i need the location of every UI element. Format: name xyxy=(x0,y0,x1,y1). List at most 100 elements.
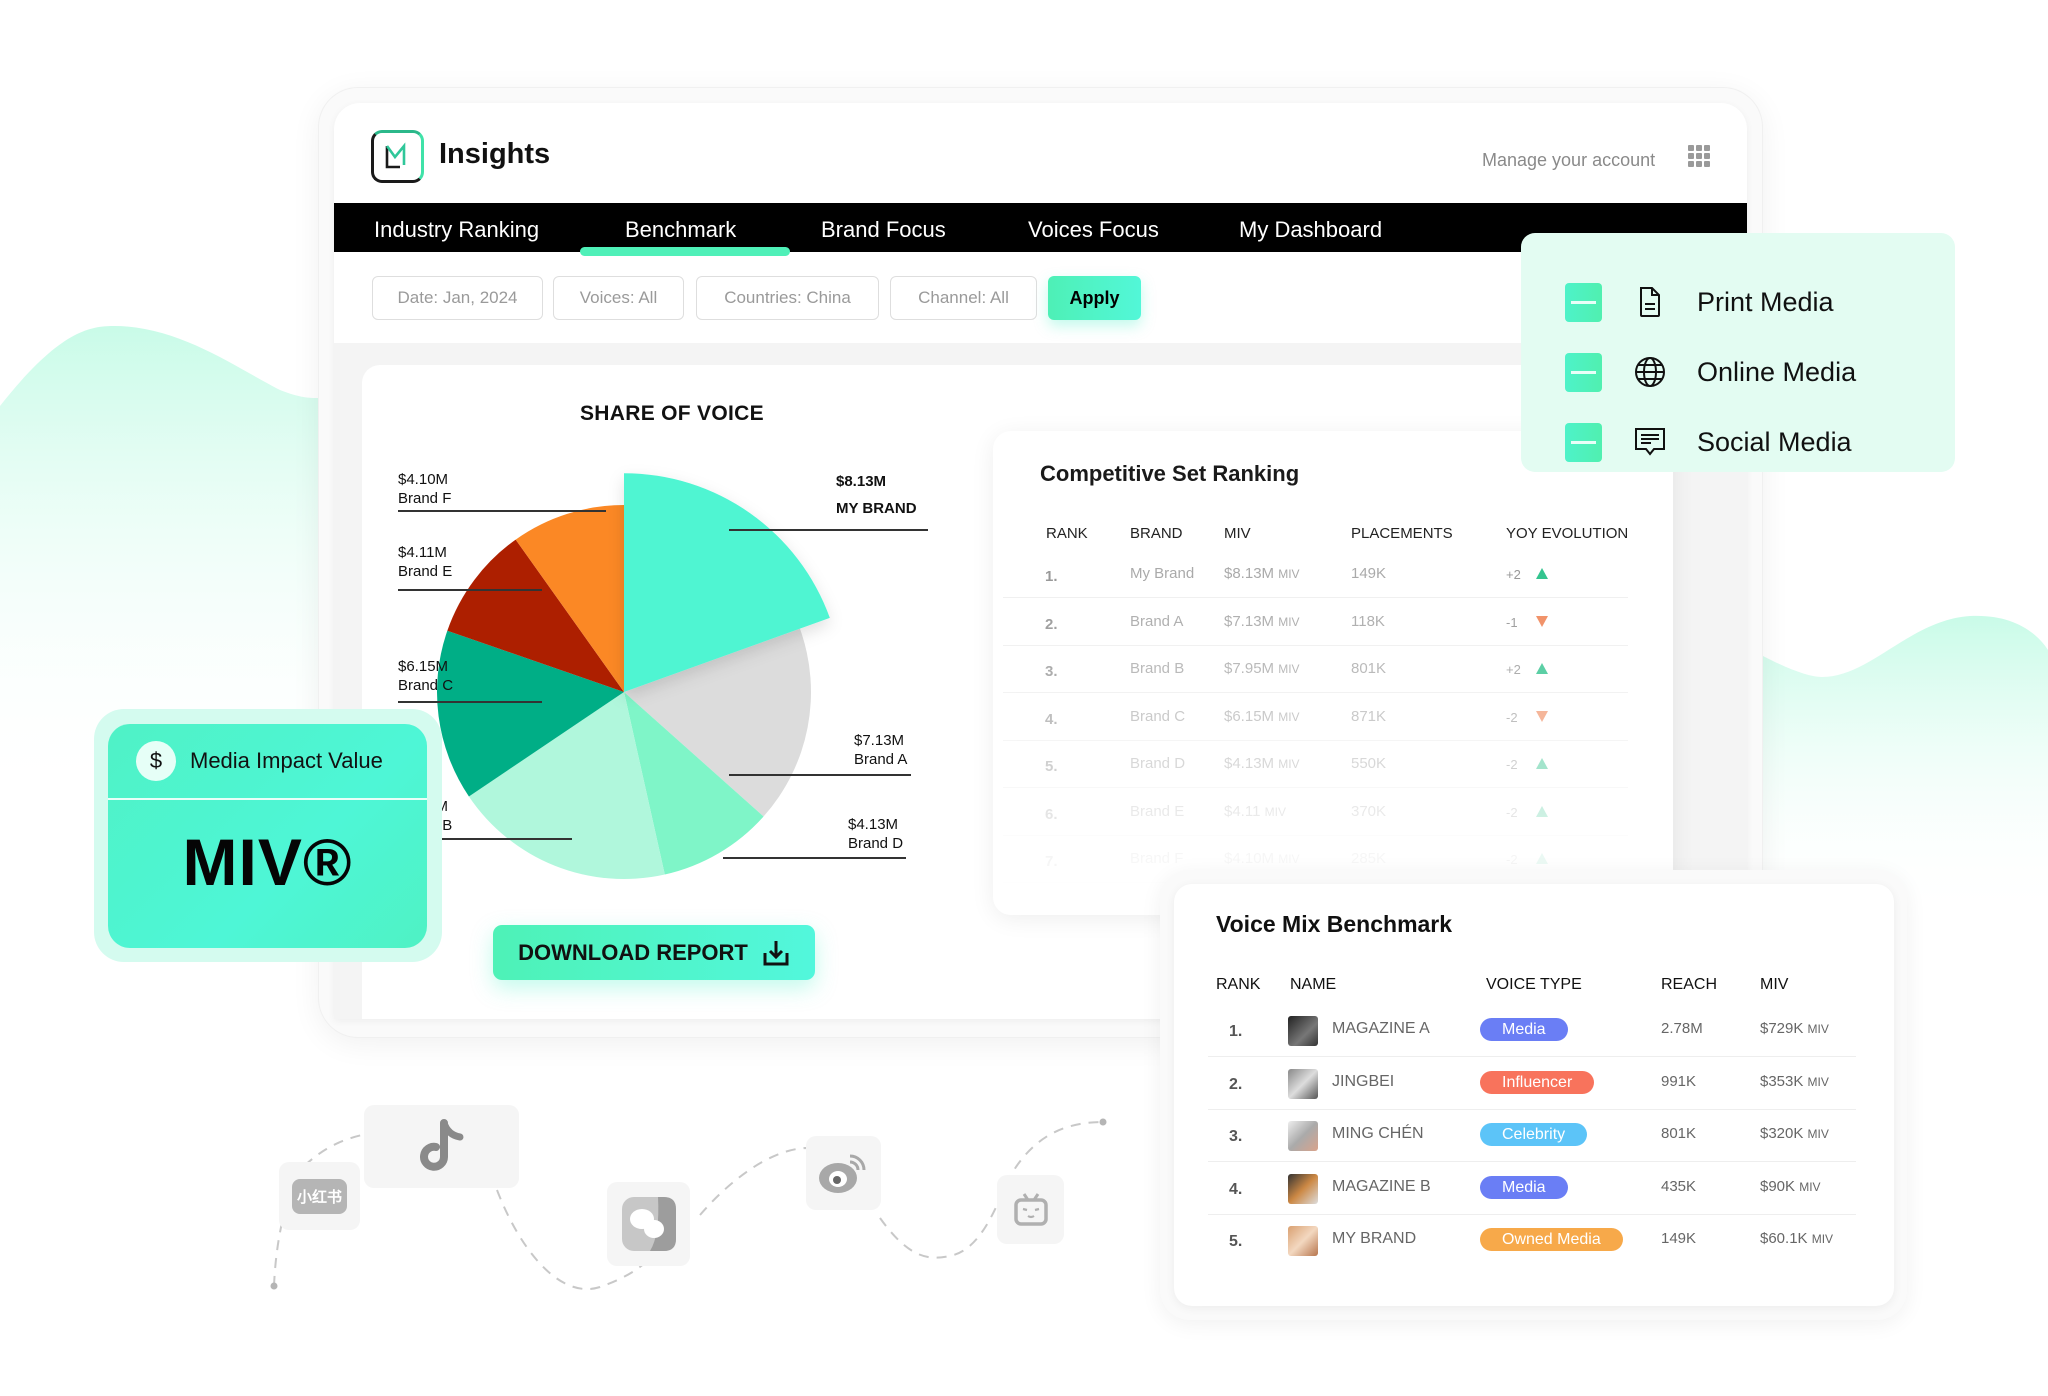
rank-cell: 3. xyxy=(1045,663,1058,680)
slice-name: Brand C xyxy=(398,677,454,694)
slice-name: Brand F xyxy=(398,490,452,507)
yoy-cell: -2 xyxy=(1506,804,1518,820)
media-option-print[interactable]: Print Media xyxy=(1565,282,1834,322)
placements-cell: 871K xyxy=(1351,707,1387,725)
tab-industry-ranking[interactable]: Industry Ranking xyxy=(374,217,539,243)
placements-cell: 550K xyxy=(1351,755,1387,772)
miv-cell: $7.95M MIV xyxy=(1224,660,1300,677)
manage-account-link[interactable]: Manage your account xyxy=(1482,150,1655,171)
col-name: NAME xyxy=(1290,976,1337,993)
divider xyxy=(108,798,427,800)
rank-cell: 3. xyxy=(1229,1128,1243,1145)
table-row[interactable]: 6. Brand E $4.11 MIV 370K -2 xyxy=(1003,789,1628,836)
chart-title: SHARE OF VOICE xyxy=(580,402,764,425)
leader-brand-a xyxy=(729,774,911,776)
voices-filter[interactable]: Voices: All xyxy=(553,276,684,320)
table-row[interactable]: 3. MING CHÉN Celebrity 801K $320K MIV xyxy=(1208,1110,1856,1162)
rank-cell: 1. xyxy=(1045,568,1058,585)
print-media-checkbox[interactable] xyxy=(1565,282,1602,322)
media-option-online[interactable]: Online Media xyxy=(1565,352,1856,392)
trend-up-icon xyxy=(1536,566,1548,583)
slice-value: $4.11M xyxy=(398,544,447,561)
xiaohongshu-tile[interactable]: 小红书 xyxy=(279,1162,360,1230)
brand-cell: Brand C xyxy=(1130,707,1186,725)
name-cell: MAGAZINE B xyxy=(1332,1177,1431,1195)
col-brand: BRAND xyxy=(1130,525,1183,542)
table-row[interactable]: 1. My Brand $8.13M MIV 149K +2 xyxy=(1003,551,1628,598)
tab-voices-focus[interactable]: Voices Focus xyxy=(1028,217,1159,243)
voice-type-badge: Media xyxy=(1480,1018,1568,1041)
bilibili-tile[interactable] xyxy=(997,1175,1064,1244)
table-row[interactable]: 5. MY BRAND Owned Media 149K $60.1K MIV xyxy=(1208,1215,1856,1267)
avatar xyxy=(1288,1226,1318,1256)
miv-card: $ Media Impact Value MIV® xyxy=(108,724,427,948)
voice-type-badge: Influencer xyxy=(1480,1070,1595,1094)
miv-cell: $320K MIV xyxy=(1760,1125,1829,1142)
col-placements: PLACEMENTS xyxy=(1351,525,1453,542)
table-row[interactable]: 2. JINGBEI Influencer 991K $353K MIV xyxy=(1208,1058,1856,1110)
slice-value: $6.15M xyxy=(398,658,449,675)
rank-cell: 5. xyxy=(1229,1233,1243,1250)
voice-type-badge: Owned Media xyxy=(1480,1228,1623,1251)
avatar xyxy=(1288,1016,1318,1046)
leader-brand-d xyxy=(723,857,906,859)
yoy-cell: +2 xyxy=(1506,567,1521,582)
slice-name: Brand E xyxy=(398,563,453,580)
col-voice-type: VOICE TYPE xyxy=(1486,976,1582,993)
date-filter[interactable]: Date: Jan, 2024 xyxy=(372,276,543,320)
tab-brand-focus[interactable]: Brand Focus xyxy=(821,217,946,243)
apply-button[interactable]: Apply xyxy=(1048,276,1141,320)
col-yoy: YOY EVOLUTION xyxy=(1506,525,1629,542)
avatar xyxy=(1288,1173,1318,1204)
document-icon xyxy=(1640,287,1660,317)
leader-brand-c xyxy=(398,701,542,703)
rank-cell: 6. xyxy=(1045,805,1058,823)
table-row[interactable]: 4. MAGAZINE B Media 435K $90K MIV xyxy=(1208,1163,1856,1215)
online-media-checkbox[interactable] xyxy=(1565,352,1602,392)
label-brand-f: $4.10M Brand F xyxy=(398,470,451,508)
apps-grid-icon[interactable] xyxy=(1688,145,1710,167)
online-media-label: Online Media xyxy=(1697,356,1857,387)
reach-cell: 149K xyxy=(1661,1230,1697,1247)
table-row[interactable]: 5. Brand D $4.13M MIV 550K -2 xyxy=(1003,741,1628,788)
weibo-tile[interactable] xyxy=(806,1136,881,1210)
yoy-cell: -1 xyxy=(1506,614,1518,630)
download-report-button[interactable]: DOWNLOAD REPORT xyxy=(493,925,815,980)
trend-down-icon xyxy=(1536,614,1548,631)
social-media-checkbox[interactable] xyxy=(1565,422,1602,462)
media-type-filter-panel: Print Media Online Media Social Media xyxy=(1521,233,1955,472)
placements-cell: 801K xyxy=(1351,660,1387,677)
app-title: Insights xyxy=(439,138,551,170)
voice-mix-card: Voice Mix Benchmark RANK NAME VOICE TYPE… xyxy=(1174,884,1894,1306)
table-row[interactable]: 4. Brand C $6.15M MIV 871K -2 xyxy=(1003,694,1628,741)
rank-cell: 2. xyxy=(1229,1075,1243,1093)
wechat-tile[interactable] xyxy=(607,1182,690,1266)
miv-cell: $729K MIV xyxy=(1760,1020,1829,1037)
tab-benchmark[interactable]: Benchmark xyxy=(625,217,736,243)
social-media-label: Social Media xyxy=(1697,426,1852,457)
tiktok-tile[interactable] xyxy=(364,1105,519,1188)
media-option-social[interactable]: Social Media xyxy=(1565,422,1852,462)
trend-up-icon xyxy=(1536,804,1548,821)
yoy-cell: -2 xyxy=(1506,709,1518,725)
competitive-set-card: Competitive Set Ranking RANK BRAND MIV P… xyxy=(993,431,1673,915)
trend-down-icon xyxy=(1536,709,1548,726)
slice-value: $4.10M xyxy=(398,471,449,488)
table-row[interactable]: 3. Brand B $7.95M MIV 801K +2 xyxy=(1003,646,1628,693)
download-label: DOWNLOAD REPORT xyxy=(518,939,748,965)
trend-up-icon xyxy=(1536,661,1548,678)
channel-filter[interactable]: Channel: All xyxy=(890,276,1037,320)
voice-type-badge: Media xyxy=(1480,1175,1568,1199)
label-my-brand: $8.13M MY BRAND xyxy=(836,472,917,527)
table-row[interactable]: 2. Brand A $7.13M MIV 118K -1 xyxy=(1003,599,1628,646)
miv-cell: $353K MIV xyxy=(1760,1072,1829,1090)
chat-icon xyxy=(1635,428,1665,456)
countries-filter[interactable]: Countries: China xyxy=(696,276,879,320)
table-row[interactable]: 1. MAGAZINE A Media 2.78M $729K MIV xyxy=(1208,1005,1856,1057)
tab-my-dashboard[interactable]: My Dashboard xyxy=(1239,217,1382,243)
dollar-icon: $ xyxy=(136,741,176,781)
name-cell: MY BRAND xyxy=(1332,1230,1417,1247)
miv-cell: $4.11 MIV xyxy=(1224,802,1286,820)
yoy-cell: -2 xyxy=(1506,757,1518,772)
rank-cell: 2. xyxy=(1045,615,1058,633)
